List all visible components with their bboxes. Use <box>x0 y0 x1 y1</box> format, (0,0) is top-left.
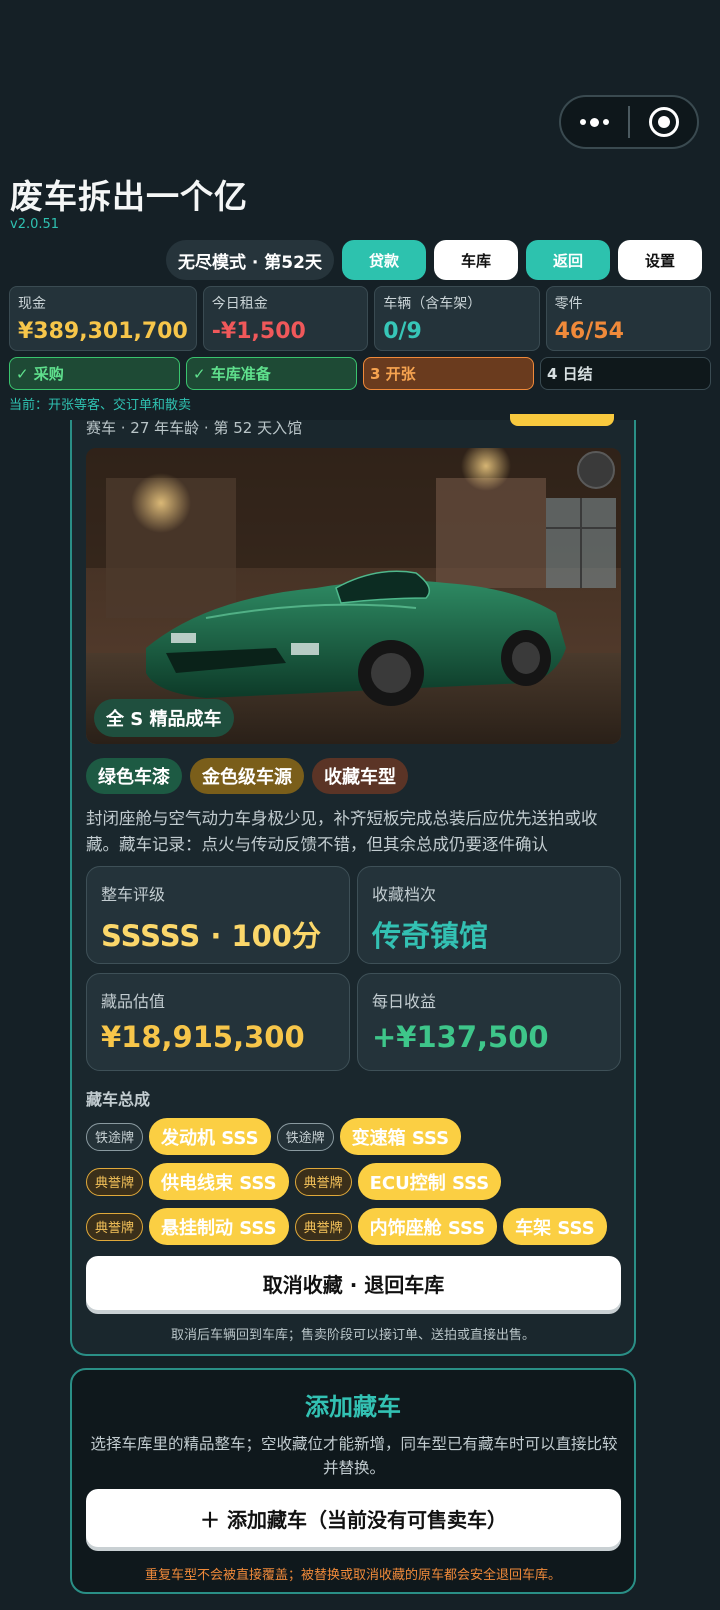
daily-income-value: +¥137,500 <box>372 1020 549 1054</box>
part-chip: 悬挂制动 SSS <box>149 1208 289 1245</box>
valuation-label: 藏品估值 <box>101 992 166 1011</box>
tag-paint: 绿色车漆 <box>86 758 182 794</box>
back-button[interactable]: 返回 <box>525 240 610 280</box>
brand-badge: 典誉牌 <box>86 1212 144 1241</box>
phase-steps: ✓ 采购 ✓ 车库准备 3 开张 4 日结 <box>9 357 711 390</box>
part-chip: 供电线束 SSS <box>149 1163 289 1200</box>
stat-value: -¥1,500 <box>211 319 306 344</box>
close-button[interactable] <box>630 97 697 147</box>
assembly-row: 典誉牌 悬挂制动 SSS 典誉牌 内饰座舱 SSS 车架 SSS <box>86 1208 607 1245</box>
stats-bar: 现金 ¥389,301,700 今日租金 -¥1,500 车辆（含车架） 0/9… <box>9 286 712 351</box>
tag-source: 金色级车源 <box>190 758 304 794</box>
stat-vehicles: 车辆（含车架） 0/9 <box>374 286 540 351</box>
brand-badge: 典誉牌 <box>294 1167 352 1196</box>
phase-garage-prep: ✓ 车库准备 <box>186 357 357 390</box>
card-top-badge <box>510 414 614 426</box>
stat-value: 0/9 <box>383 319 422 344</box>
assembly-row: 典誉牌 供电线束 SSS 典誉牌 ECU控制 SSS <box>86 1163 502 1200</box>
image-quality-tag: 全 S 精品成车 <box>94 699 234 737</box>
garage-button[interactable]: 车库 <box>433 240 518 280</box>
stat-label: 今日租金 <box>211 296 268 312</box>
daily-income-label: 每日收益 <box>372 992 437 1011</box>
tier-box: 收藏档次 传奇镇馆 <box>357 866 621 964</box>
mode-day-pill: 无尽模式 · 第52天 <box>166 240 334 280</box>
stat-rent: 今日租金 -¥1,500 <box>202 286 369 351</box>
rating-box: 整车评级 SSSSS · 100分 <box>86 866 350 964</box>
brand-badge: 典誉牌 <box>294 1212 352 1241</box>
more-button[interactable] <box>561 97 628 147</box>
add-collection-warning: 重复车型不会被直接覆盖；被替换或取消收藏的原车都会安全退回车库。 <box>144 1568 561 1583</box>
stat-value: 46/54 <box>554 319 624 344</box>
part-chip: 变速箱 SSS <box>339 1118 462 1155</box>
phase-open: 3 开张 <box>363 357 534 390</box>
tag-model: 收藏车型 <box>312 758 408 794</box>
car-description: 封闭座舱与空气动力车身极少见，补齐短板完成总装后应优先送拍或收藏。藏车记录：点火… <box>86 809 598 854</box>
car-tags: 绿色车漆 金色级车源 收藏车型 <box>86 758 408 794</box>
app-version: v2.0.51 <box>10 217 60 232</box>
brand-badge: 铁途牌 <box>276 1122 334 1151</box>
valuation-value: ¥18,915,300 <box>101 1020 305 1054</box>
brand-badge: 典誉牌 <box>86 1167 144 1196</box>
assembly-heading: 藏车总成 <box>86 1090 151 1109</box>
add-collection-description: 选择车库里的精品整车；空收藏位才能新增，同车型已有藏车时可以直接比较并替换。 <box>90 1435 618 1477</box>
stat-label: 现金 <box>18 296 46 312</box>
rating-value: SSSSS · 100分 <box>101 919 321 953</box>
cancel-note: 取消后车辆回到车库；售卖阶段可以接订单、送拍或直接出售。 <box>170 1328 535 1343</box>
assembly-row: 铁途牌 发动机 SSS 铁途牌 变速箱 SSS <box>86 1118 462 1155</box>
add-collection-title: 添加藏车 <box>305 1393 401 1421</box>
settings-button[interactable]: 设置 <box>617 240 702 280</box>
phase-purchase: ✓ 采购 <box>9 357 180 390</box>
top-toolbar: 无尽模式 · 第52天 贷款 车库 返回 设置 <box>166 240 702 280</box>
part-chip: 内饰座舱 SSS <box>357 1208 498 1245</box>
miniprogram-capsule <box>559 95 699 149</box>
part-chip: 发动机 SSS <box>149 1118 271 1155</box>
daily-income-box: 每日收益 +¥137,500 <box>357 973 621 1071</box>
stat-parts: 零件 46/54 <box>545 286 712 351</box>
add-collection-button[interactable]: ＋ 添加藏车（当前没有可售卖车） <box>86 1489 621 1547</box>
valuation-box: 藏品估值 ¥18,915,300 <box>86 973 350 1071</box>
phase-settle: 4 日结 <box>540 357 711 390</box>
stat-label: 车辆（含车架） <box>383 296 482 312</box>
stat-value: ¥389,301,700 <box>18 319 188 344</box>
tier-label: 收藏档次 <box>372 885 437 904</box>
app-title: 废车拆出一个亿 <box>10 177 248 216</box>
current-phase-text: 当前：开张等客、交订单和散卖 <box>9 398 192 413</box>
more-dots-icon <box>580 117 609 127</box>
target-close-icon <box>648 107 679 137</box>
brand-badge: 铁途牌 <box>86 1122 144 1151</box>
part-chip: 车架 SSS <box>503 1208 607 1245</box>
stat-cash: 现金 ¥389,301,700 <box>9 286 197 351</box>
tier-value: 传奇镇馆 <box>372 919 489 953</box>
stat-label: 零件 <box>554 296 583 312</box>
loan-button[interactable]: 贷款 <box>341 240 426 280</box>
car-meta: 赛车 · 27 年车龄 · 第 52 天入馆 <box>86 419 303 437</box>
cancel-collection-button[interactable]: 取消收藏 · 退回车库 <box>86 1256 621 1310</box>
rating-label: 整车评级 <box>101 885 166 904</box>
part-chip: ECU控制 SSS <box>357 1163 502 1200</box>
